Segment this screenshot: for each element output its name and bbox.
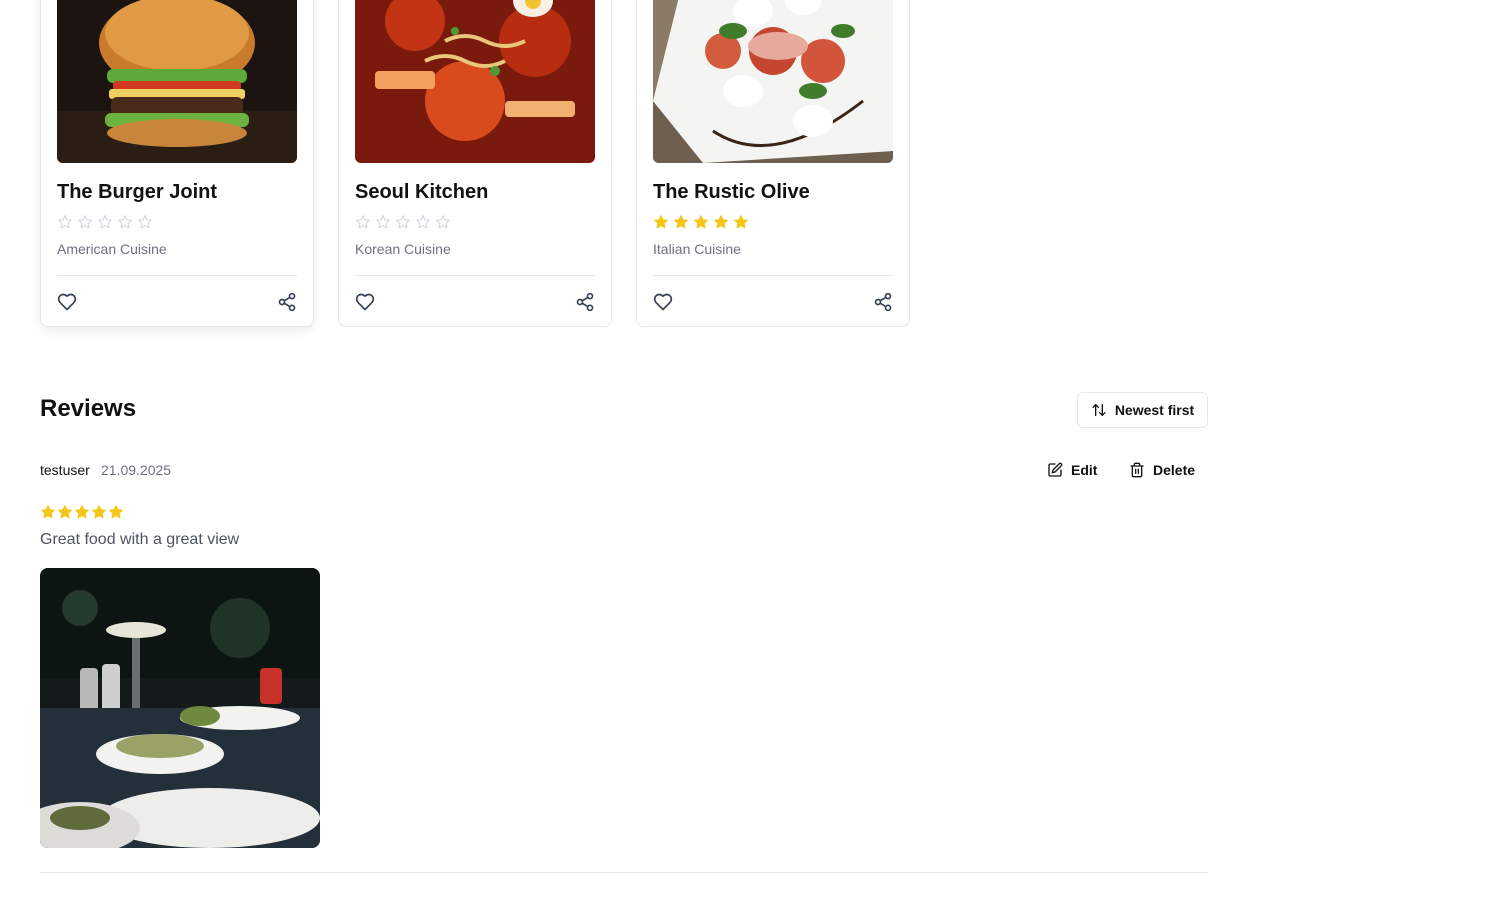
star-filled-icon [58,505,72,519]
card-divider [355,275,595,276]
edit-icon [1048,462,1063,477]
sort-label: Newest first [1114,402,1195,418]
restaurant-name[interactable]: Seoul Kitchen [355,181,488,204]
star-empty-icon [118,215,132,229]
cuisine-label: Korean Cuisine [355,241,451,257]
rating-stars [355,214,451,230]
star-filled-icon [694,215,708,229]
heart-icon[interactable] [653,292,673,312]
star-empty-icon [78,215,92,229]
restaurant-card[interactable]: The Rustic Olive Italian Cuisine [636,0,910,327]
share-icon[interactable] [575,292,595,312]
star-filled-icon [75,505,89,519]
star-empty-icon [416,215,430,229]
review-text: Great food with a great view [40,531,240,548]
restaurant-name[interactable]: The Rustic Olive [653,181,810,204]
star-filled-icon [92,505,106,519]
heart-icon[interactable] [355,292,375,312]
caprese-photo [653,0,893,163]
review-rating-stars [40,504,124,520]
star-filled-icon [714,215,728,229]
card-divider [57,275,297,276]
star-filled-icon [41,505,55,519]
rating-stars [57,214,153,230]
delete-label: Delete [1153,462,1196,478]
star-empty-icon [98,215,112,229]
dinner-table-photo[interactable] [40,568,320,848]
korean-stew-photo [355,0,595,163]
heart-icon[interactable] [57,292,77,312]
star-filled-icon [734,215,748,229]
cuisine-label: American Cuisine [57,241,167,257]
star-empty-icon [138,215,152,229]
star-filled-icon [109,505,123,519]
sort-icon [1092,404,1106,416]
delete-button[interactable]: Delete [1129,458,1195,482]
card-divider [653,275,893,276]
star-empty-icon [356,215,370,229]
restaurant-name[interactable]: The Burger Joint [57,181,217,204]
review-date: 21.09.2025 [101,462,172,478]
star-filled-icon [654,215,668,229]
sort-button[interactable]: Newest first [1077,392,1208,428]
restaurant-card[interactable]: The Burger Joint American Cuisine [40,0,314,327]
star-empty-icon [58,215,72,229]
star-empty-icon [376,215,390,229]
share-icon[interactable] [277,292,297,312]
edit-label: Edit [1071,462,1098,478]
review-author: testuser [40,462,90,478]
burger-photo [57,0,297,163]
restaurant-cards: The Burger Joint American Cuisine Seoul … [40,0,910,327]
star-filled-icon [674,215,688,229]
review-divider [40,872,1208,873]
rating-stars [653,214,749,230]
reviews-heading: Reviews [40,395,137,422]
trash-icon [1130,462,1144,478]
cuisine-label: Italian Cuisine [653,241,741,257]
star-empty-icon [436,215,450,229]
share-icon[interactable] [873,292,893,312]
star-empty-icon [396,215,410,229]
edit-button[interactable]: Edit [1047,458,1097,482]
restaurant-card[interactable]: Seoul Kitchen Korean Cuisine [338,0,612,327]
